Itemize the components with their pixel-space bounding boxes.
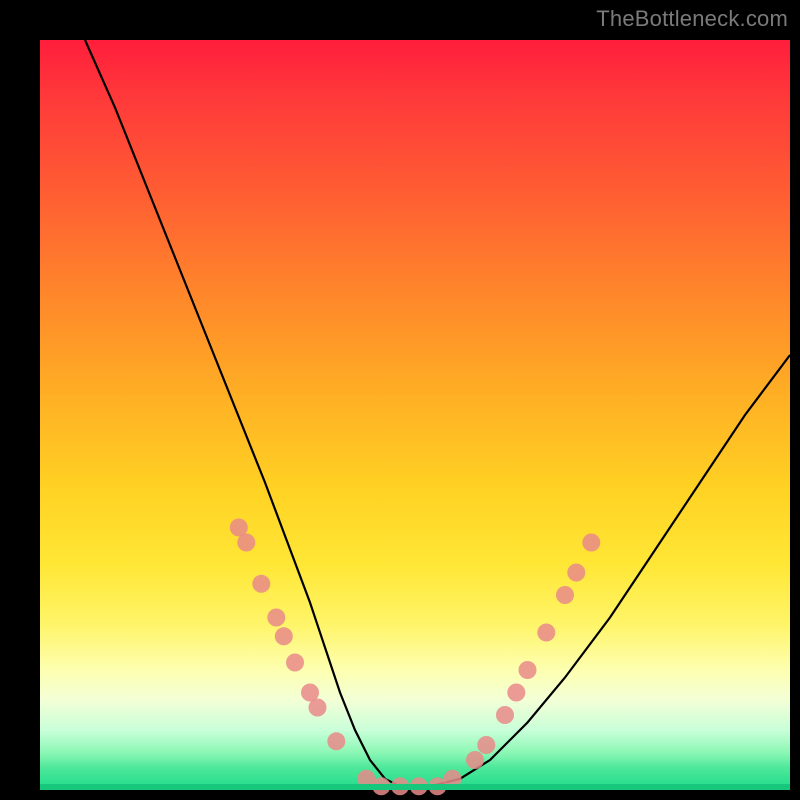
plot-area — [40, 40, 790, 790]
data-marker — [410, 777, 428, 795]
data-marker — [496, 706, 514, 724]
data-marker — [537, 624, 555, 642]
data-marker — [275, 627, 293, 645]
chart-frame: TheBottleneck.com — [0, 0, 800, 800]
data-marker — [567, 564, 585, 582]
data-marker — [286, 654, 304, 672]
data-marker — [507, 684, 525, 702]
data-marker — [252, 575, 270, 593]
data-marker — [267, 609, 285, 627]
data-markers — [230, 519, 601, 796]
data-marker — [582, 534, 600, 552]
data-marker — [444, 770, 462, 788]
data-marker — [519, 661, 537, 679]
data-marker — [237, 534, 255, 552]
data-marker — [357, 770, 375, 788]
data-marker — [391, 777, 409, 795]
data-marker — [327, 732, 345, 750]
data-marker — [466, 751, 484, 769]
bottleneck-curve — [85, 40, 790, 786]
data-marker — [556, 586, 574, 604]
curve-svg — [40, 40, 790, 790]
data-marker — [372, 777, 390, 795]
watermark-text: TheBottleneck.com — [596, 6, 788, 32]
data-marker — [477, 736, 495, 754]
data-marker — [309, 699, 327, 717]
